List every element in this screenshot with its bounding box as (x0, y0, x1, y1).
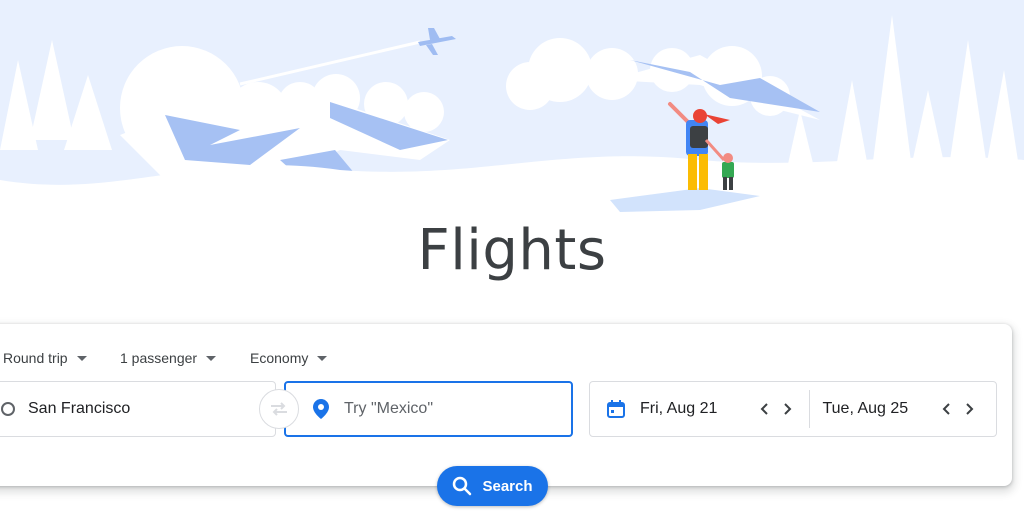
chevron-left-icon (760, 403, 768, 415)
caret-down-icon (76, 355, 87, 361)
swap-arrows-icon (271, 402, 287, 416)
departure-date-field[interactable]: Fri, Aug 21 (590, 382, 809, 436)
destination-input[interactable]: Try "Mexico" (284, 381, 573, 437)
return-date-field[interactable]: Tue, Aug 25 (810, 382, 996, 436)
trip-type-dropdown[interactable]: Round trip (3, 347, 87, 369)
origin-circle-icon (1, 402, 15, 416)
caret-down-icon (317, 355, 328, 361)
return-prev-button[interactable] (934, 397, 958, 421)
departure-prev-button[interactable] (752, 397, 776, 421)
swap-button[interactable] (259, 389, 299, 429)
passengers-label: 1 passenger (120, 350, 198, 366)
return-next-button[interactable] (958, 397, 982, 421)
dates-field: Fri, Aug 21 Tue, Aug 25 (589, 381, 997, 437)
caret-down-icon (206, 355, 217, 361)
origin-input[interactable]: San Francisco (0, 381, 276, 437)
cabin-class-label: Economy (250, 350, 309, 366)
hero-illustration (0, 0, 1024, 225)
search-button[interactable]: Search (437, 466, 548, 506)
search-button-label: Search (482, 477, 533, 495)
chevron-left-icon (943, 403, 951, 415)
chevron-right-icon (784, 403, 792, 415)
chevron-right-icon (966, 403, 974, 415)
search-icon (453, 476, 472, 496)
page-title: Flights (417, 218, 607, 283)
return-date-value: Tue, Aug 25 (822, 400, 909, 417)
location-pin-icon (313, 399, 329, 419)
departure-next-button[interactable] (776, 397, 800, 421)
departure-date-value: Fri, Aug 21 (640, 400, 718, 417)
trip-type-label: Round trip (3, 350, 68, 366)
origin-value: San Francisco (28, 400, 131, 417)
destination-placeholder: Try "Mexico" (344, 400, 433, 417)
passengers-dropdown[interactable]: 1 passenger (120, 347, 217, 369)
cabin-class-dropdown[interactable]: Economy (250, 347, 328, 369)
calendar-icon (607, 400, 625, 418)
